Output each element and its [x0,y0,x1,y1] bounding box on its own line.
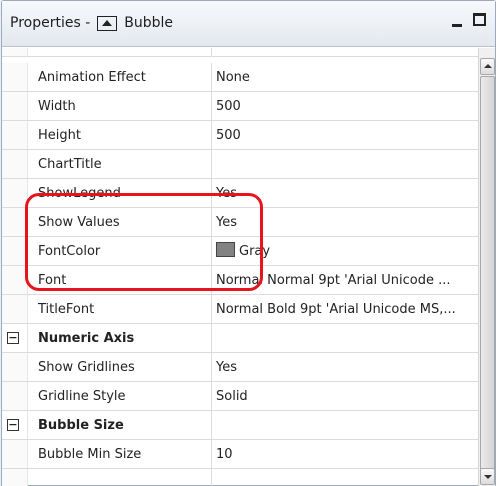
property-row[interactable] [2,48,480,57]
property-name: FontColor [28,237,212,265]
property-value[interactable] [212,150,480,178]
panel-title: Properties - Bubble [10,15,173,31]
scroll-down-icon[interactable] [480,468,495,485]
property-name: Height [28,121,212,149]
property-value[interactable]: Solid [212,382,480,410]
property-value[interactable]: Yes [212,208,480,236]
property-row-chart-title[interactable]: ChartTitle [2,150,480,179]
property-name: TitleFont [28,295,212,323]
property-value[interactable]: Normal Bold 9pt 'Arial Unicode MS,... [212,295,480,323]
property-value[interactable]: 10 [212,440,480,468]
maximize-icon[interactable] [473,13,486,26]
property-value[interactable]: Gray [212,237,480,265]
property-value[interactable]: Yes [212,353,480,381]
property-row-font[interactable]: Font Normal Normal 9pt 'Arial Unicode ..… [2,266,480,295]
property-row-show-gridlines[interactable]: Show Gridlines Yes [2,353,480,382]
collapse-icon[interactable]: − [7,419,19,431]
property-row-title-font[interactable]: TitleFont Normal Bold 9pt 'Arial Unicode… [2,295,480,324]
color-swatch [216,242,235,257]
property-name: Animation Effect [28,63,212,91]
collapse-icon[interactable]: − [7,332,19,344]
property-row[interactable] [2,469,480,486]
title-prefix: Properties - [10,15,91,31]
property-row-height[interactable]: Height 500 [2,121,480,150]
property-row-width[interactable]: Width 500 [2,92,480,121]
property-row-animation-effect[interactable]: Animation Effect None [2,63,480,92]
vertical-scrollbar[interactable] [478,48,495,486]
property-value[interactable]: Normal Normal 9pt 'Arial Unicode ... [212,266,480,294]
property-name: Show Values [28,208,212,236]
property-name: Gridline Style [28,382,212,410]
property-name: Width [28,92,212,120]
property-value[interactable]: 500 [212,92,480,120]
property-row-bubble-min-size[interactable]: Bubble Min Size 10 [2,440,480,469]
property-name: Show Gridlines [28,353,212,381]
property-name: Bubble Min Size [28,440,212,468]
property-row-show-legend[interactable]: ShowLegend Yes [2,179,480,208]
scrollbar-thumb[interactable] [480,76,495,481]
panel-header: Properties - Bubble [2,1,495,47]
property-row-show-values[interactable]: Show Values Yes [2,208,480,237]
property-value[interactable]: Yes [212,179,480,207]
property-value[interactable]: None [212,63,480,91]
font-color-value: Gray [239,244,271,259]
property-name: ShowLegend [28,179,212,207]
properties-panel: Properties - Bubble Animation Effect Non… [1,0,496,486]
section-label: Bubble Size [28,411,212,439]
property-name: ChartTitle [28,150,212,178]
section-bubble-size[interactable]: − Bubble Size [2,411,480,440]
section-numeric-axis[interactable]: − Numeric Axis [2,324,480,353]
title-object: Bubble [124,15,174,31]
scroll-up-icon[interactable] [480,58,495,75]
property-grid: Animation Effect None Width 500 Height 5… [2,48,480,486]
property-value[interactable]: 500 [212,121,480,149]
minimize-icon[interactable] [452,24,462,27]
property-row-gridline-style[interactable]: Gridline Style Solid [2,382,480,411]
section-label: Numeric Axis [28,324,212,352]
property-row-font-color[interactable]: FontColor Gray [2,237,480,266]
chart-object-icon [97,15,118,31]
property-name: Font [28,266,212,294]
